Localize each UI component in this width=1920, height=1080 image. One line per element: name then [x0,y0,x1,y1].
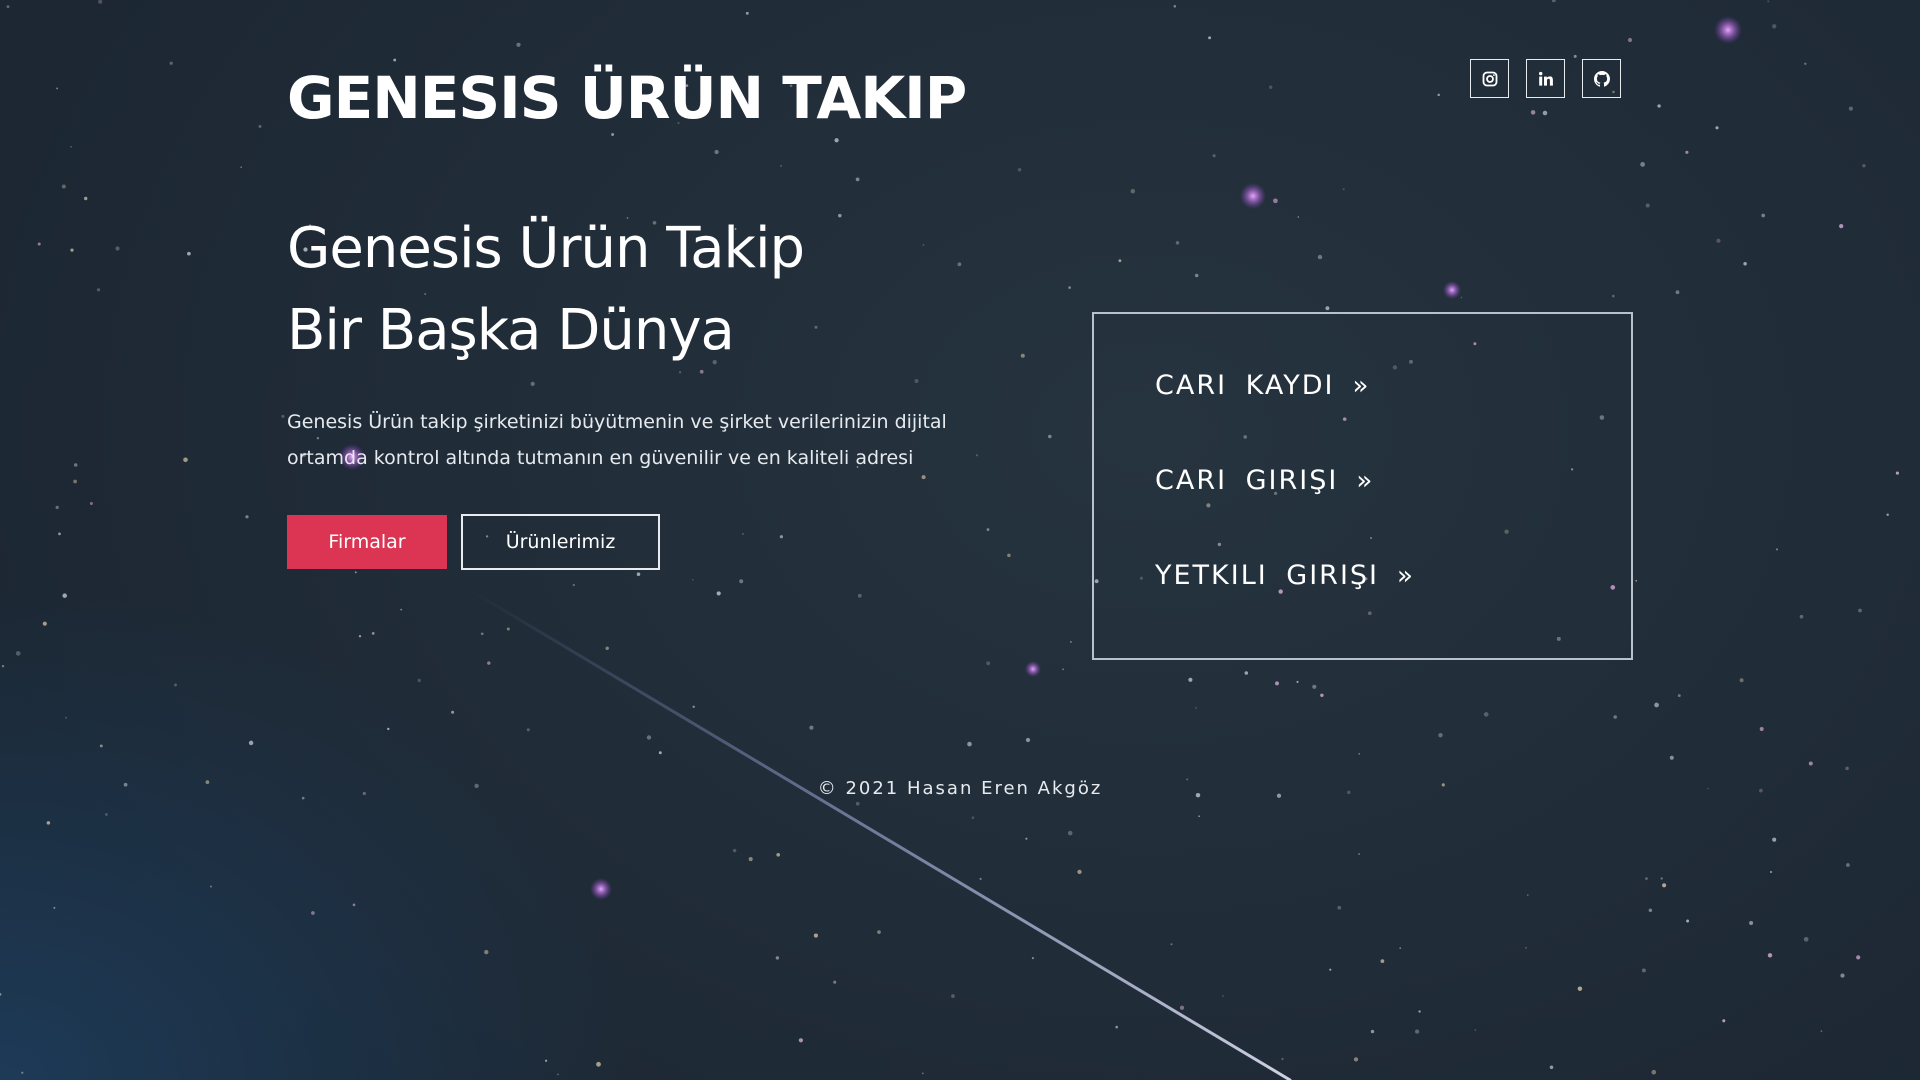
yetkili-girisi-label: YETKILI GIRIŞI [1155,560,1380,591]
firmalar-button[interactable]: Firmalar [287,515,447,569]
shooting-star [468,588,1292,1080]
cari-kaydi-link[interactable]: CARI KAYDI » [1155,370,1370,401]
footer-copyright: © 2021 Hasan Eren Akgöz [817,778,1103,799]
github-button[interactable] [1582,59,1621,98]
linkedin-icon [1538,71,1553,86]
double-chevron-right-icon: » [1397,560,1415,591]
double-chevron-right-icon: » [1356,465,1375,496]
login-panel: CARI KAYDI » CARI GIRIŞI » YETKILI GIRIŞ… [1092,312,1633,660]
social-links [1470,59,1621,98]
double-chevron-right-icon: » [1352,370,1371,401]
hero-title: Genesis Ürün Takip Bir Başka Dünya [287,208,805,372]
linkedin-button[interactable] [1526,59,1565,98]
hero-title-line-1: Genesis Ürün Takip [287,216,805,281]
github-icon [1593,70,1610,87]
urunlerimiz-button[interactable]: Ürünlerimiz [461,514,660,570]
instagram-icon [1482,71,1497,86]
cari-girisi-link[interactable]: CARI GIRIŞI » [1155,465,1374,496]
instagram-button[interactable] [1470,59,1509,98]
yetkili-girisi-link[interactable]: YETKILI GIRIŞI » [1155,560,1415,591]
hero-description: Genesis Ürün takip şirketinizi büyütmeni… [287,411,947,469]
brand-title: GENESIS ÜRÜN TAKIP [287,64,967,132]
hero-title-line-2: Bir Başka Dünya [287,298,735,363]
cari-kaydi-label: CARI KAYDI [1155,370,1335,401]
cari-girisi-label: CARI GIRIŞI [1155,465,1339,496]
